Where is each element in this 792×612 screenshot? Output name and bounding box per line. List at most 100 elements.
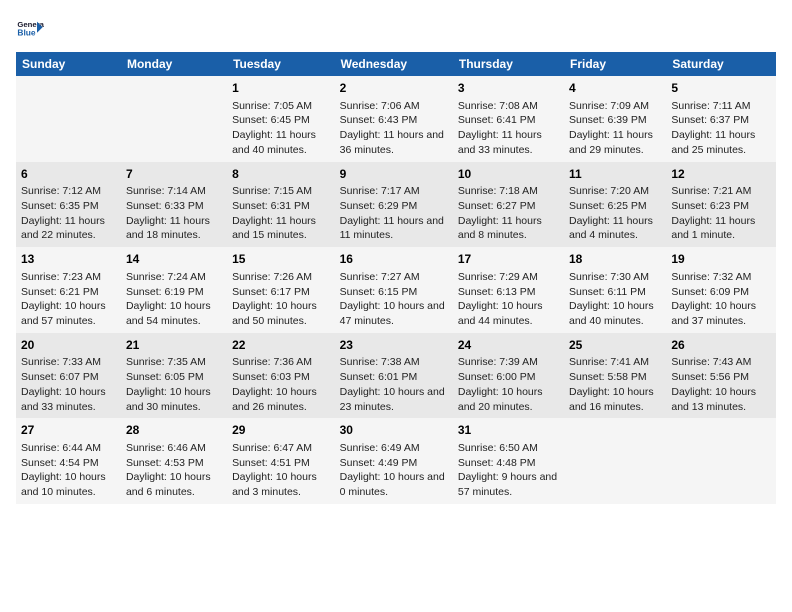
day-info: Sunset: 6:39 PM [569,113,661,128]
day-info: Sunrise: 7:38 AM [340,355,448,370]
day-info: Daylight: 10 hours and 54 minutes. [126,299,222,328]
day-number: 18 [569,251,661,268]
calendar-cell: 16Sunrise: 7:27 AMSunset: 6:15 PMDayligh… [335,247,453,333]
day-info: Sunrise: 7:35 AM [126,355,222,370]
day-info: Daylight: 10 hours and 10 minutes. [21,470,116,499]
day-number: 24 [458,337,559,354]
col-wednesday: Wednesday [335,52,453,76]
day-number: 25 [569,337,661,354]
day-info: Daylight: 10 hours and 40 minutes. [569,299,661,328]
day-number: 6 [21,166,116,183]
calendar-cell: 15Sunrise: 7:26 AMSunset: 6:17 PMDayligh… [227,247,335,333]
day-number: 27 [21,422,116,439]
day-info: Sunset: 5:58 PM [569,370,661,385]
calendar-cell: 9Sunrise: 7:17 AMSunset: 6:29 PMDaylight… [335,162,453,248]
day-info: Sunrise: 7:36 AM [232,355,330,370]
calendar-cell: 28Sunrise: 6:46 AMSunset: 4:53 PMDayligh… [121,418,227,504]
day-info: Daylight: 10 hours and 26 minutes. [232,385,330,414]
day-info: Daylight: 10 hours and 0 minutes. [340,470,448,499]
day-number: 9 [340,166,448,183]
calendar-cell: 21Sunrise: 7:35 AMSunset: 6:05 PMDayligh… [121,333,227,419]
day-info: Sunrise: 6:47 AM [232,441,330,456]
calendar-week-1: 1Sunrise: 7:05 AMSunset: 6:45 PMDaylight… [16,76,776,162]
col-friday: Friday [564,52,666,76]
calendar-week-4: 20Sunrise: 7:33 AMSunset: 6:07 PMDayligh… [16,333,776,419]
header: GeneralBlue [16,16,776,44]
calendar-cell: 3Sunrise: 7:08 AMSunset: 6:41 PMDaylight… [453,76,564,162]
day-info: Daylight: 11 hours and 40 minutes. [232,128,330,157]
day-info: Sunset: 6:17 PM [232,285,330,300]
day-number: 26 [671,337,771,354]
day-info: Sunrise: 7:32 AM [671,270,771,285]
calendar-cell [121,76,227,162]
day-info: Sunset: 6:11 PM [569,285,661,300]
calendar-header: Sunday Monday Tuesday Wednesday Thursday… [16,52,776,76]
day-info: Sunset: 6:35 PM [21,199,116,214]
day-info: Sunrise: 7:15 AM [232,184,330,199]
day-info: Daylight: 11 hours and 33 minutes. [458,128,559,157]
day-number: 22 [232,337,330,354]
day-info: Daylight: 10 hours and 57 minutes. [21,299,116,328]
day-info: Sunset: 6:15 PM [340,285,448,300]
calendar-cell: 17 Sunrise: 7:29 AMSunset: 6:13 PMDayligh… [453,247,564,333]
day-info: Daylight: 10 hours and 13 minutes. [671,385,771,414]
day-number: 3 [458,80,559,97]
day-info: Sunset: 5:56 PM [671,370,771,385]
day-info: Sunset: 6:33 PM [126,199,222,214]
header-row: Sunday Monday Tuesday Wednesday Thursday… [16,52,776,76]
day-info: Sunrise: 7:29 AM [458,270,559,285]
day-info: Sunset: 6:13 PM [458,285,559,300]
calendar-cell: 1Sunrise: 7:05 AMSunset: 6:45 PMDaylight… [227,76,335,162]
calendar-week-5: 27Sunrise: 6:44 AMSunset: 4:54 PMDayligh… [16,418,776,504]
day-info: Sunset: 6:21 PM [21,285,116,300]
col-sunday: Sunday [16,52,121,76]
day-info: Sunrise: 7:21 AM [671,184,771,199]
day-info: Sunrise: 7:30 AM [569,270,661,285]
day-info: Sunrise: 7:09 AM [569,99,661,114]
calendar-cell: 5Sunrise: 7:11 AMSunset: 6:37 PMDaylight… [666,76,776,162]
day-info: Sunrise: 7:05 AM [232,99,330,114]
day-info: Sunset: 4:51 PM [232,456,330,471]
calendar-week-2: 6Sunrise: 7:12 AMSunset: 6:35 PM Daylight… [16,162,776,248]
calendar-cell: 4Sunrise: 7:09 AMSunset: 6:39 PMDaylight… [564,76,666,162]
day-info: Daylight: 10 hours and 20 minutes. [458,385,559,414]
day-info: Sunrise: 6:50 AM [458,441,559,456]
calendar-cell: 25Sunrise: 7:41 AMSunset: 5:58 PMDayligh… [564,333,666,419]
day-info: Daylight: 10 hours and 16 minutes. [569,385,661,414]
day-info: Sunset: 6:29 PM [340,199,448,214]
day-info: Sunrise: 7:26 AM [232,270,330,285]
day-number: 17 [458,251,559,268]
day-info: Daylight: 10 hours and 23 minutes. [340,385,448,414]
day-info: Daylight: 10 hours and 30 minutes. [126,385,222,414]
calendar-cell: 13Sunrise: 7:23 AMSunset: 6:21 PMDayligh… [16,247,121,333]
day-number: 21 [126,337,222,354]
day-info: Daylight: 10 hours and 44 minutes. [458,299,559,328]
day-info: Sunset: 6:01 PM [340,370,448,385]
calendar-cell: 23Sunrise: 7:38 AMSunset: 6:01 PMDayligh… [335,333,453,419]
day-info: Sunrise: 6:44 AM [21,441,116,456]
day-info: Sunset: 4:48 PM [458,456,559,471]
calendar-cell [666,418,776,504]
day-info: Daylight: 11 hours and 15 minutes. [232,214,330,243]
day-number: 5 [671,80,771,97]
calendar-cell [564,418,666,504]
logo: GeneralBlue [16,16,44,44]
day-info: Sunrise: 7:33 AM [21,355,116,370]
day-info: Sunrise: 7:20 AM [569,184,661,199]
day-number: 8 [232,166,330,183]
day-number: 28 [126,422,222,439]
day-number: 23 [340,337,448,354]
day-info: Sunset: 6:23 PM [671,199,771,214]
col-saturday: Saturday [666,52,776,76]
day-info: Sunset: 4:49 PM [340,456,448,471]
day-info: Sunset: 6:09 PM [671,285,771,300]
calendar-week-3: 13Sunrise: 7:23 AMSunset: 6:21 PMDayligh… [16,247,776,333]
calendar-cell: 8Sunrise: 7:15 AMSunset: 6:31 PMDaylight… [227,162,335,248]
day-info: Sunset: 6:31 PM [232,199,330,214]
day-info: Sunrise: 7:14 AM [126,184,222,199]
day-info: Sunrise: 7:12 AM [21,184,116,199]
day-number: 10 [458,166,559,183]
day-info: Daylight: 11 hours and 11 minutes. [340,214,448,243]
day-number: 14 [126,251,222,268]
day-info: Sunrise: 7:11 AM [671,99,771,114]
